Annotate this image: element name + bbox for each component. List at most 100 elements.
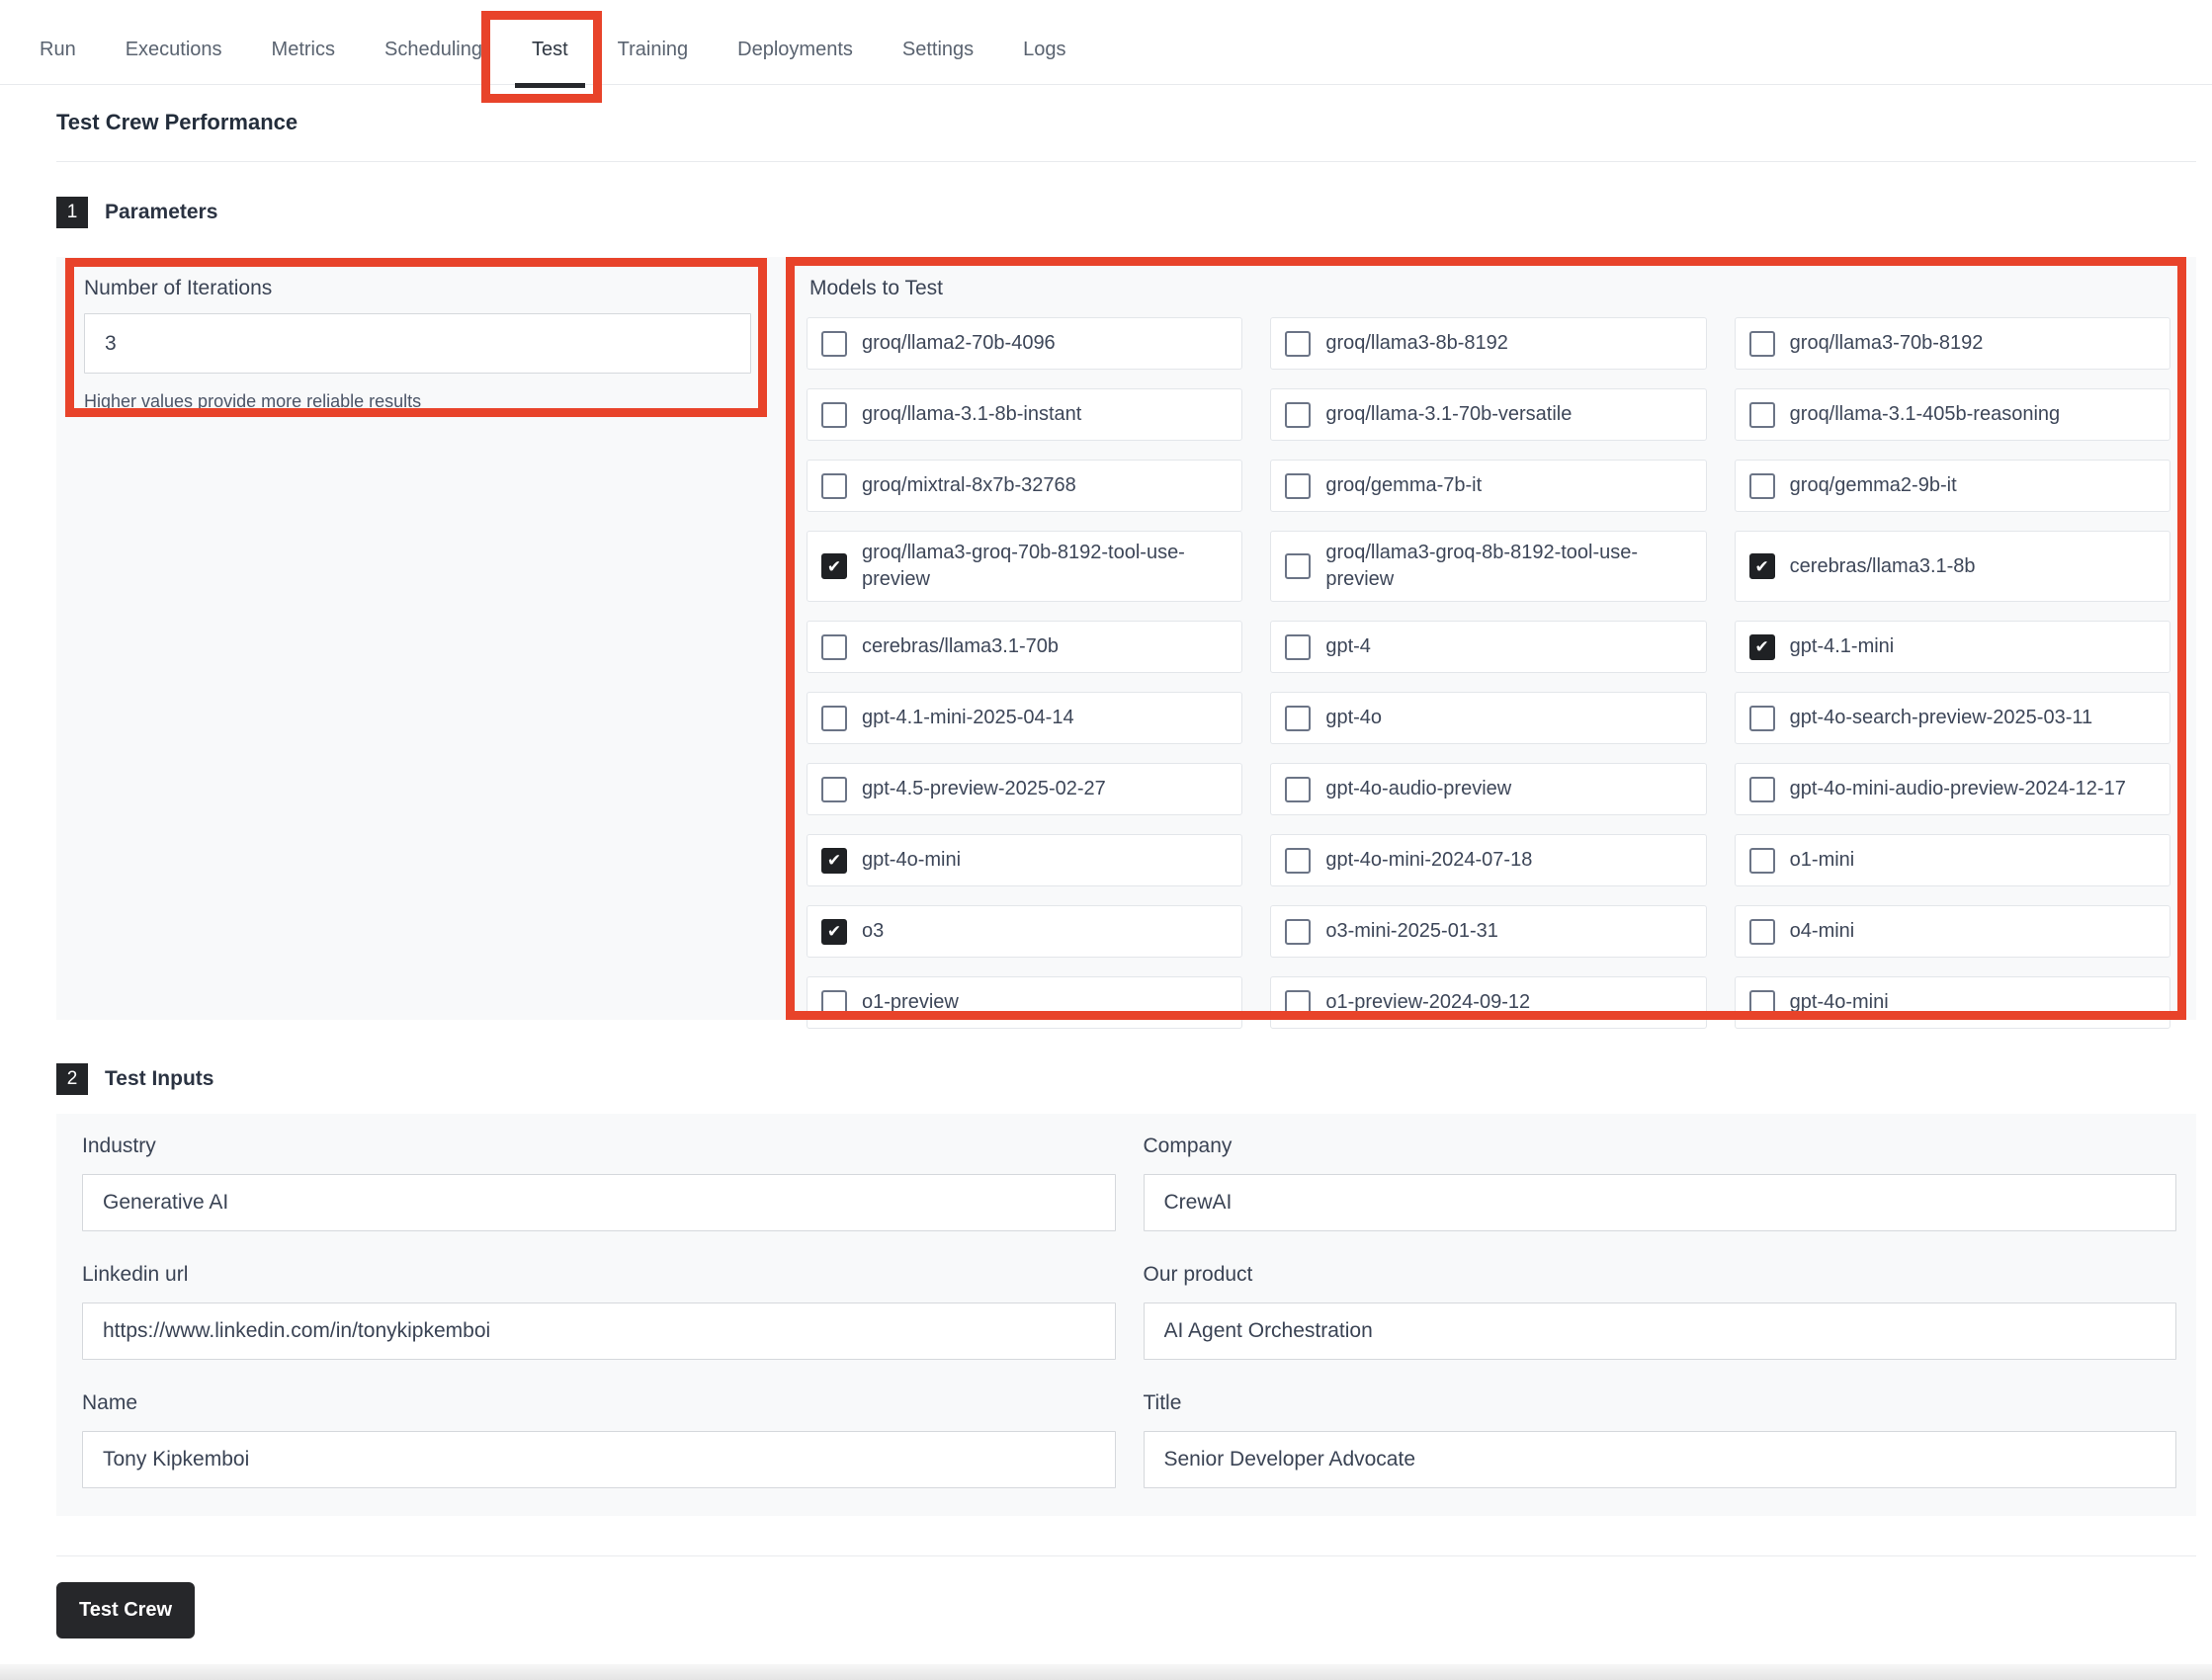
model-checkbox-item-groq-mixtral-8x7b-32768[interactable]: groq/mixtral-8x7b-32768 [807, 460, 1242, 512]
divider [56, 161, 2196, 162]
model-label: groq/gemma-7b-it [1325, 472, 1482, 499]
model-label: groq/mixtral-8x7b-32768 [862, 472, 1076, 499]
model-checkbox-item-gpt-4o-mini[interactable]: ✔ gpt-4o-mini [807, 834, 1242, 886]
checkbox-icon[interactable] [821, 634, 847, 660]
model-checkbox-item-gpt-4o[interactable]: gpt-4o [1270, 692, 1706, 744]
model-checkbox-item-groq-llama3-8b-8192[interactable]: groq/llama3-8b-8192 [1270, 317, 1706, 370]
checkbox-icon[interactable] [1285, 331, 1311, 357]
checkbox-icon[interactable] [1285, 402, 1311, 428]
checkbox-icon[interactable] [821, 990, 847, 1016]
checkbox-icon[interactable] [1285, 473, 1311, 499]
checkbox-icon[interactable] [1285, 634, 1311, 660]
field-our-product: Our product [1144, 1263, 2177, 1360]
model-label: o3 [862, 918, 884, 945]
model-checkbox-item-groq-llama3-groq-70b-8192-tool-use-preview[interactable]: ✔ groq/llama3-groq-70b-8192-tool-use-pre… [807, 531, 1242, 602]
checkbox-icon[interactable] [821, 402, 847, 428]
field-label: Title [1144, 1391, 2177, 1415]
field-input[interactable] [1144, 1174, 2177, 1231]
field-input[interactable] [1144, 1431, 2177, 1488]
model-checkbox-item-gpt-4o-mini[interactable]: gpt-4o-mini [1735, 976, 2170, 1029]
checkbox-icon[interactable] [1285, 777, 1311, 802]
checkbox-icon[interactable] [1285, 553, 1311, 579]
field-input[interactable] [82, 1174, 1116, 1231]
model-checkbox-item-o3-mini-2025-01-31[interactable]: o3-mini-2025-01-31 [1270, 905, 1706, 958]
checkbox-icon[interactable] [1749, 990, 1775, 1016]
iterations-input[interactable] [84, 313, 751, 374]
model-label: groq/llama-3.1-8b-instant [862, 401, 1081, 428]
nav-tab-executions[interactable]: Executions [126, 16, 222, 84]
checkbox-icon[interactable] [1749, 402, 1775, 428]
model-checkbox-item-groq-llama2-70b-4096[interactable]: groq/llama2-70b-4096 [807, 317, 1242, 370]
checkbox-icon[interactable] [1285, 848, 1311, 874]
model-checkbox-item-gpt-4.1-mini-2025-04-14[interactable]: gpt-4.1-mini-2025-04-14 [807, 692, 1242, 744]
test-crew-button[interactable]: Test Crew [56, 1582, 195, 1638]
parameters-section-header: 1 Parameters [56, 197, 217, 228]
model-checkbox-item-gpt-4.5-preview-2025-02-27[interactable]: gpt-4.5-preview-2025-02-27 [807, 763, 1242, 815]
model-checkbox-item-groq-llama-3.1-70b-versatile[interactable]: groq/llama-3.1-70b-versatile [1270, 388, 1706, 441]
checkbox-icon[interactable] [1749, 848, 1775, 874]
model-label: groq/llama-3.1-70b-versatile [1325, 401, 1572, 428]
checkbox-icon[interactable]: ✔ [1749, 634, 1775, 660]
models-to-test-label: Models to Test [809, 277, 943, 300]
checkbox-icon[interactable] [821, 331, 847, 357]
model-checkbox-item-gpt-4[interactable]: gpt-4 [1270, 621, 1706, 673]
checkbox-icon[interactable] [1285, 706, 1311, 731]
model-checkbox-item-groq-gemma-7b-it[interactable]: groq/gemma-7b-it [1270, 460, 1706, 512]
model-checkbox-item-cerebras-llama3.1-70b[interactable]: cerebras/llama3.1-70b [807, 621, 1242, 673]
nav-tab-run[interactable]: Run [40, 16, 76, 84]
model-checkbox-item-groq-llama3-70b-8192[interactable]: groq/llama3-70b-8192 [1735, 317, 2170, 370]
page-title: Test Crew Performance [56, 110, 298, 135]
checkbox-icon[interactable] [1749, 473, 1775, 499]
model-checkbox-item-groq-llama-3.1-8b-instant[interactable]: groq/llama-3.1-8b-instant [807, 388, 1242, 441]
nav-tab-test[interactable]: Test [532, 16, 568, 84]
checkbox-icon[interactable] [821, 706, 847, 731]
model-label: gpt-4o-mini-2024-07-18 [1325, 847, 1532, 874]
field-input[interactable] [82, 1302, 1116, 1360]
checkbox-icon[interactable] [821, 473, 847, 499]
checkbox-icon[interactable] [1749, 919, 1775, 945]
model-label: o1-mini [1790, 847, 1855, 874]
model-checkbox-item-gpt-4o-search-preview-2025-03-11[interactable]: gpt-4o-search-preview-2025-03-11 [1735, 692, 2170, 744]
model-label: cerebras/llama3.1-70b [862, 633, 1059, 660]
checkbox-icon[interactable]: ✔ [821, 919, 847, 945]
checkbox-icon[interactable] [1749, 331, 1775, 357]
nav-tab-label: Settings [902, 39, 974, 61]
checkbox-icon[interactable]: ✔ [821, 553, 847, 579]
nav-tab-deployments[interactable]: Deployments [737, 16, 853, 84]
nav-tab-training[interactable]: Training [618, 16, 689, 84]
checkbox-icon[interactable] [1285, 990, 1311, 1016]
field-input[interactable] [1144, 1302, 2177, 1360]
nav-tab-settings[interactable]: Settings [902, 16, 974, 84]
checkbox-icon[interactable] [821, 777, 847, 802]
model-checkbox-item-cerebras-llama3.1-8b[interactable]: ✔ cerebras/llama3.1-8b [1735, 531, 2170, 602]
checkbox-icon[interactable] [1749, 706, 1775, 731]
check-icon: ✔ [827, 558, 841, 575]
model-checkbox-item-o1-preview-2024-09-12[interactable]: o1-preview-2024-09-12 [1270, 976, 1706, 1029]
model-checkbox-item-gpt-4o-audio-preview[interactable]: gpt-4o-audio-preview [1270, 763, 1706, 815]
field-input[interactable] [82, 1431, 1116, 1488]
nav-tab-label: Executions [126, 39, 222, 61]
model-checkbox-item-groq-gemma2-9b-it[interactable]: groq/gemma2-9b-it [1735, 460, 2170, 512]
nav-tab-logs[interactable]: Logs [1023, 16, 1065, 84]
model-checkbox-item-gpt-4o-mini-2024-07-18[interactable]: gpt-4o-mini-2024-07-18 [1270, 834, 1706, 886]
nav-tab-scheduling[interactable]: Scheduling [384, 16, 482, 84]
model-checkbox-item-gpt-4o-mini-audio-preview-2024-12-17[interactable]: gpt-4o-mini-audio-preview-2024-12-17 [1735, 763, 2170, 815]
model-checkbox-item-groq-llama3-groq-8b-8192-tool-use-preview[interactable]: groq/llama3-groq-8b-8192-tool-use-previe… [1270, 531, 1706, 602]
checkbox-icon[interactable]: ✔ [1749, 553, 1775, 579]
model-checkbox-item-gpt-4.1-mini[interactable]: ✔ gpt-4.1-mini [1735, 621, 2170, 673]
nav-tab-label: Deployments [737, 39, 853, 61]
model-label: groq/llama3-groq-8b-8192-tool-use-previe… [1325, 540, 1691, 593]
field-title: Title [1144, 1391, 2177, 1488]
model-checkbox-item-o1-preview[interactable]: o1-preview [807, 976, 1242, 1029]
checkbox-icon[interactable]: ✔ [821, 848, 847, 874]
nav-tab-label: Logs [1023, 39, 1065, 61]
model-checkbox-item-o1-mini[interactable]: o1-mini [1735, 834, 2170, 886]
model-checkbox-item-o3[interactable]: ✔ o3 [807, 905, 1242, 958]
checkbox-icon[interactable] [1285, 919, 1311, 945]
nav-tab-metrics[interactable]: Metrics [272, 16, 335, 84]
checkbox-icon[interactable] [1749, 777, 1775, 802]
model-checkbox-item-groq-llama-3.1-405b-reasoning[interactable]: groq/llama-3.1-405b-reasoning [1735, 388, 2170, 441]
field-label: Industry [82, 1134, 1116, 1158]
model-checkbox-item-o4-mini[interactable]: o4-mini [1735, 905, 2170, 958]
check-icon: ✔ [1755, 558, 1769, 575]
